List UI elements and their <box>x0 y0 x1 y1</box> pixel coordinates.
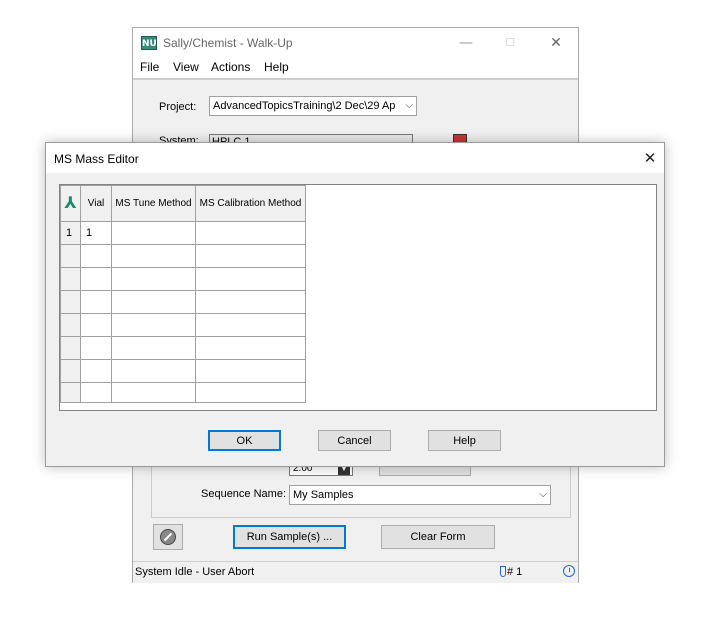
sample-count: # 1 <box>507 566 523 578</box>
vial-cell[interactable] <box>80 336 112 360</box>
help-button[interactable]: Help <box>428 430 501 451</box>
status-bar: System Idle - User Abort # 1 <box>133 561 578 583</box>
menu-help[interactable]: Help <box>264 60 289 74</box>
dialog-close-button[interactable]: ✕ <box>638 147 662 169</box>
row-number-cell[interactable] <box>60 267 81 291</box>
ms-tune-method-cell[interactable] <box>111 382 196 403</box>
system-status-icon[interactable] <box>453 134 467 142</box>
vial-cell[interactable] <box>80 382 112 403</box>
clock-icon <box>563 565 575 577</box>
window-title: Sally/Chemist - Walk-Up <box>163 36 293 50</box>
ms-calibration-method-cell[interactable] <box>195 221 306 245</box>
partial-button[interactable] <box>379 466 471 476</box>
ms-tune-method-cell[interactable] <box>111 313 196 337</box>
chevron-down-icon: ⌵ <box>405 100 413 111</box>
sequence-name-select[interactable]: My Samples ⌵ <box>289 485 551 505</box>
row-number-cell[interactable]: 1 <box>60 221 81 245</box>
table-row[interactable] <box>60 382 306 403</box>
ms-tune-method-cell[interactable] <box>111 267 196 291</box>
column-header-vial[interactable]: Vial <box>80 185 112 222</box>
status-text: System Idle - User Abort <box>135 566 255 578</box>
sequence-name-value: My Samples <box>293 489 354 501</box>
table-row[interactable] <box>60 336 306 360</box>
row-number-cell[interactable] <box>60 359 81 383</box>
table-row[interactable] <box>60 267 306 291</box>
close-button[interactable]: ✕ <box>541 33 571 53</box>
ms-calibration-method-cell[interactable] <box>195 267 306 291</box>
row-number-cell[interactable] <box>60 290 81 314</box>
menu-view[interactable]: View <box>173 60 199 74</box>
vial-cell[interactable] <box>80 244 112 268</box>
menu-file[interactable]: File <box>140 60 159 74</box>
ms-tune-method-cell[interactable] <box>111 336 196 360</box>
vial-icon <box>500 566 506 577</box>
cancel-button[interactable]: Cancel <box>318 430 391 451</box>
row-number-cell[interactable] <box>60 336 81 360</box>
ms-spectrum-icon: ⅄ <box>64 192 77 212</box>
table-row[interactable]: 11 <box>60 221 306 245</box>
dialog-titlebar[interactable]: MS Mass Editor ✕ <box>46 143 664 173</box>
clear-form-button[interactable]: Clear Form <box>381 525 495 549</box>
mass-grid: ⅄ Vial MS Tune Method MS Calibration Met… <box>60 185 306 403</box>
ms-tune-method-cell[interactable] <box>111 290 196 314</box>
minimize-button[interactable]: — <box>451 33 481 53</box>
project-label: Project: <box>159 101 197 113</box>
table-row[interactable] <box>60 244 306 268</box>
ms-calibration-method-cell[interactable] <box>195 382 306 403</box>
vial-cell[interactable] <box>80 359 112 383</box>
vial-cell[interactable] <box>80 267 112 291</box>
table-row[interactable] <box>60 290 306 314</box>
row-number-cell[interactable] <box>60 313 81 337</box>
ms-tune-method-cell[interactable] <box>111 244 196 268</box>
vial-cell[interactable] <box>80 290 112 314</box>
system-label: System: <box>159 135 199 142</box>
menu-actions[interactable]: Actions <box>211 60 250 74</box>
vial-cell[interactable]: 1 <box>80 221 112 245</box>
ms-tune-method-cell[interactable] <box>111 359 196 383</box>
chevron-down-icon: ⌵ <box>539 489 547 500</box>
row-number-cell[interactable] <box>60 244 81 268</box>
ms-mass-editor-dialog: MS Mass Editor ✕ ⅄ Vial MS Tune Method M… <box>45 142 665 467</box>
ok-button[interactable]: OK <box>208 430 281 451</box>
menu-bar: File View Actions Help <box>133 58 578 80</box>
spin-field[interactable]: 2.00 ▼ <box>289 466 353 476</box>
column-header-ms-tune-method[interactable]: MS Tune Method <box>111 185 196 222</box>
column-header-ms-calibration-method[interactable]: MS Calibration Method <box>195 185 306 222</box>
stop-button[interactable] <box>153 524 183 550</box>
table-row[interactable] <box>60 313 306 337</box>
project-select[interactable]: AdvancedTopicsTraining\2 Dec\29 Ap ⌵ <box>209 96 417 116</box>
system-field[interactable]: HPLC 1 <box>209 134 413 142</box>
grid-corner[interactable]: ⅄ <box>60 185 81 222</box>
vial-cell[interactable] <box>80 313 112 337</box>
ms-calibration-method-cell[interactable] <box>195 244 306 268</box>
project-value: AdvancedTopicsTraining\2 Dec\29 Ap <box>213 100 396 112</box>
mass-grid-area[interactable]: ⅄ Vial MS Tune Method MS Calibration Met… <box>59 184 657 411</box>
maximize-button[interactable]: ☐ <box>495 33 525 53</box>
table-row[interactable] <box>60 359 306 383</box>
ms-calibration-method-cell[interactable] <box>195 359 306 383</box>
grid-header-row: ⅄ Vial MS Tune Method MS Calibration Met… <box>60 185 306 222</box>
ms-calibration-method-cell[interactable] <box>195 336 306 360</box>
ms-calibration-method-cell[interactable] <box>195 313 306 337</box>
dialog-title: MS Mass Editor <box>54 152 139 166</box>
spin-down-icon[interactable]: ▼ <box>338 466 350 475</box>
ms-calibration-method-cell[interactable] <box>195 290 306 314</box>
spin-value: 2.00 <box>293 466 313 474</box>
row-number-cell[interactable] <box>60 382 81 403</box>
run-samples-button[interactable]: Run Sample(s) ... <box>233 525 346 549</box>
sequence-name-label: Sequence Name: <box>201 488 286 500</box>
ms-tune-method-cell[interactable] <box>111 221 196 245</box>
app-logo-icon: NU <box>141 36 157 50</box>
main-titlebar[interactable]: NU Sally/Chemist - Walk-Up — ☐ ✕ <box>133 28 578 58</box>
